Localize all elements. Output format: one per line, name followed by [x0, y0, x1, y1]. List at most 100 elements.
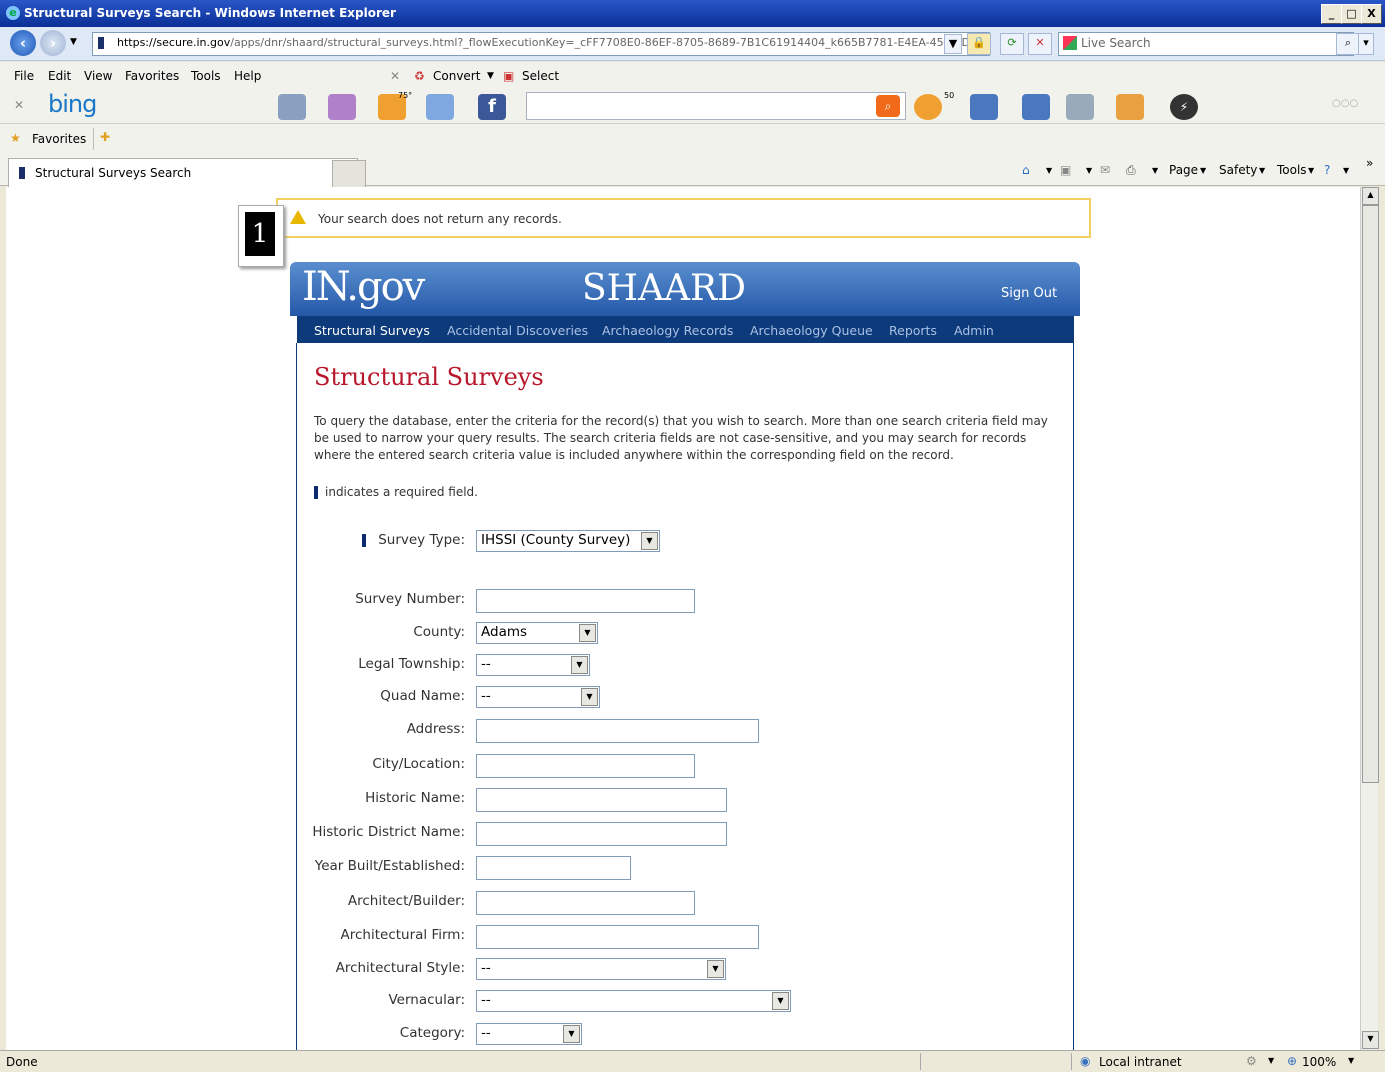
architect-builder-input[interactable]: [476, 891, 695, 915]
survey-type-select[interactable]: IHSSI (County Survey) ▼: [476, 530, 660, 552]
safety-menu[interactable]: Safety: [1219, 163, 1257, 177]
menu-favorites[interactable]: Favorites: [125, 69, 179, 83]
read-mail-icon[interactable]: ✉: [1100, 163, 1110, 177]
menu-edit[interactable]: Edit: [48, 69, 71, 83]
tools-dropdown-icon[interactable]: ▼: [1308, 166, 1314, 175]
home-icon[interactable]: ⌂: [1022, 163, 1030, 177]
address-input[interactable]: [476, 719, 759, 743]
historic-district-name-input[interactable]: [476, 822, 727, 846]
scroll-down-icon[interactable]: ▼: [1362, 1031, 1379, 1049]
nav-reports[interactable]: Reports: [889, 323, 937, 338]
close-bing-toolbar-icon[interactable]: ✕: [14, 98, 24, 112]
nav-archaeology-queue[interactable]: Archaeology Queue: [750, 323, 873, 338]
add-favorite-icon[interactable]: ✚: [100, 130, 110, 144]
warning-message: Your search does not return any records.: [276, 198, 1091, 238]
mail-icon[interactable]: [278, 94, 306, 120]
sign-out-link[interactable]: Sign Out: [1001, 286, 1057, 301]
safety-dropdown-icon[interactable]: ▼: [1259, 166, 1265, 175]
bing-search-button-icon[interactable]: ⌕: [876, 95, 900, 117]
recent-pages-dropdown-icon[interactable]: ▼: [70, 37, 77, 47]
architectural-firm-input[interactable]: [476, 925, 759, 949]
menu-help[interactable]: Help: [234, 69, 261, 83]
vernacular-select[interactable]: -- ▼: [476, 990, 791, 1012]
minimize-button[interactable]: _: [1321, 4, 1342, 24]
feeds-icon[interactable]: ▣: [1060, 163, 1071, 177]
refresh-icon[interactable]: ⟳: [1000, 33, 1024, 55]
close-toolbar-icon[interactable]: ✕: [390, 69, 400, 83]
window-title-bar: e Structural Surveys Search - Windows In…: [0, 0, 1385, 27]
maximize-button[interactable]: □: [1341, 4, 1362, 24]
new-tab-button[interactable]: [332, 160, 366, 187]
convert-dropdown-icon[interactable]: ▼: [487, 71, 494, 81]
print-icon[interactable]: ⎙: [1126, 163, 1136, 178]
favorites-button[interactable]: Favorites: [32, 132, 86, 146]
help-icon[interactable]: ?: [1324, 163, 1330, 177]
vertical-scrollbar[interactable]: ▲ ▼: [1360, 187, 1379, 1050]
chevron-more-icon[interactable]: »: [1366, 156, 1373, 170]
search-options-icon[interactable]: ▾: [1358, 33, 1374, 55]
menu-bar: File Edit View Favorites Tools Help ✕ ♻ …: [0, 62, 1385, 90]
home-dropdown-icon[interactable]: ▼: [1046, 166, 1052, 175]
facebook-icon[interactable]: f: [478, 94, 506, 120]
stop-icon[interactable]: ✕: [1028, 33, 1052, 55]
menu-file[interactable]: File: [14, 69, 34, 83]
page-menu[interactable]: Page: [1169, 163, 1198, 177]
architectural-style-select[interactable]: -- ▼: [476, 958, 726, 980]
menu-view[interactable]: View: [84, 69, 112, 83]
protected-mode-dropdown-icon[interactable]: ▼: [1268, 1056, 1274, 1065]
search-icon[interactable]: ⌕: [1336, 33, 1360, 55]
weather-icon[interactable]: 75°: [378, 91, 412, 120]
scroll-up-icon[interactable]: ▲: [1362, 187, 1379, 205]
help-dropdown-icon[interactable]: ▼: [1343, 166, 1349, 175]
close-window-button[interactable]: X: [1361, 4, 1382, 24]
nav-structural-surveys[interactable]: Structural Surveys: [314, 323, 430, 338]
legal-township-label: Legal Township:: [358, 656, 465, 672]
video-icon[interactable]: [1066, 94, 1094, 120]
tools-menu[interactable]: Tools: [1277, 163, 1307, 177]
notes-icon[interactable]: [328, 94, 356, 120]
historic-name-input[interactable]: [476, 788, 727, 812]
like-icon[interactable]: [970, 94, 998, 120]
news-icon[interactable]: [426, 94, 454, 120]
page-dropdown-icon[interactable]: ▼: [1200, 166, 1206, 175]
address-dropdown-icon[interactable]: ▼: [944, 34, 962, 54]
menu-tools[interactable]: Tools: [191, 69, 221, 83]
chevron-down-icon: ▼: [581, 688, 598, 706]
zoom-icon[interactable]: ⊕: [1287, 1054, 1297, 1068]
scroll-thumb[interactable]: [1362, 205, 1379, 783]
forward-button[interactable]: ›: [40, 30, 66, 56]
bing-search-input[interactable]: [526, 92, 906, 120]
messenger-icon[interactable]: 50: [914, 91, 954, 120]
nav-archaeology-records[interactable]: Archaeology Records: [602, 323, 733, 338]
select-button[interactable]: Select: [522, 69, 559, 83]
legal-township-value: --: [481, 656, 491, 672]
nav-admin[interactable]: Admin: [954, 323, 994, 338]
survey-number-input[interactable]: [476, 589, 695, 613]
bing-logo[interactable]: bing: [48, 90, 97, 118]
live-search-input[interactable]: Live Search: [1058, 32, 1354, 56]
back-button[interactable]: ‹: [10, 30, 36, 56]
protected-mode-icon[interactable]: ⚙: [1246, 1054, 1257, 1068]
city-location-input[interactable]: [476, 754, 695, 778]
convert-button[interactable]: Convert: [433, 69, 480, 83]
print-dropdown-icon[interactable]: ▼: [1152, 166, 1158, 175]
zoom-level[interactable]: 100%: [1302, 1055, 1336, 1069]
more-options-icon[interactable]: ○○○: [1332, 98, 1358, 109]
shopping-icon[interactable]: [1116, 94, 1144, 120]
lock-icon[interactable]: 🔒: [967, 33, 991, 55]
comment-icon[interactable]: [1022, 94, 1050, 120]
county-select[interactable]: Adams ▼: [476, 622, 598, 644]
callout-number: 1: [245, 212, 275, 256]
main-nav: Structural Surveys Accidental Discoverie…: [297, 316, 1074, 343]
address-bar[interactable]: https://secure.in.gov/apps/dnr/shaard/st…: [92, 32, 990, 56]
ingov-logo[interactable]: IN.gov: [302, 264, 425, 310]
year-built-input[interactable]: [476, 856, 631, 880]
tab-structural-surveys-search[interactable]: Structural Surveys Search: [8, 158, 358, 187]
power-icon[interactable]: ⚡: [1170, 94, 1198, 120]
zoom-dropdown-icon[interactable]: ▼: [1348, 1056, 1354, 1065]
quad-name-select[interactable]: -- ▼: [476, 686, 600, 708]
category-select[interactable]: -- ▼: [476, 1023, 582, 1045]
nav-accidental-discoveries[interactable]: Accidental Discoveries: [447, 323, 588, 338]
feeds-dropdown-icon[interactable]: ▼: [1086, 166, 1092, 175]
legal-township-select[interactable]: -- ▼: [476, 654, 590, 676]
